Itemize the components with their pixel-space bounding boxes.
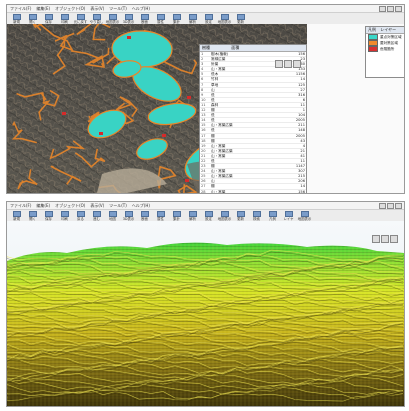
- toolbar-button[interactable]: 凡例: [265, 211, 280, 221]
- toolbar-button[interactable]: 地図表示: [217, 211, 232, 221]
- table-cell: 156: [275, 189, 306, 193]
- menu-item[interactable]: ヘルプ(H): [132, 203, 150, 209]
- attribute-table-header: 樹種 面積: [200, 45, 306, 52]
- toolbar-button[interactable]: 印刷: [57, 14, 72, 24]
- menu-item[interactable]: ツール(T): [109, 203, 127, 209]
- toolbar-button[interactable]: 新規: [9, 211, 24, 221]
- terrain-map-viewport[interactable]: 樹種 面積 1樹木(植栽)1562常緑広葉233針葉15604山・常葉1335低…: [7, 24, 307, 193]
- menu-bar: ファイル(F) 編集(E) オブジェクト(O) 表示(V) ツール(T) ヘルプ(H): [7, 202, 404, 210]
- toolbar-button[interactable]: 地図表示: [297, 211, 312, 221]
- hazard-spot: [187, 96, 191, 99]
- toolbar-button[interactable]: 保存: [41, 211, 56, 221]
- toolbar-button[interactable]: 地図表示: [217, 14, 232, 24]
- legend-title: 凡例: [368, 27, 376, 32]
- legend-label: 危険箇所: [380, 46, 395, 51]
- toolbar-button[interactable]: 設定: [201, 211, 216, 221]
- toolbar-button[interactable]: 検索: [249, 211, 264, 221]
- menu-item[interactable]: 表示(V): [90, 6, 104, 12]
- map-nav-controls: [275, 60, 301, 68]
- map-window: ファイル(F) 編集(E) オブジェクト(O) 表示(V) ツール(T) ヘルプ(H) 新…: [6, 4, 405, 194]
- legend-swatch: [368, 46, 378, 52]
- window-controls: [379, 203, 402, 209]
- maximize-button[interactable]: [387, 6, 394, 12]
- toolbar-button[interactable]: 進む: [89, 211, 104, 221]
- zoom-in-button[interactable]: [275, 60, 283, 68]
- toolbar-button[interactable]: 3D表示: [121, 14, 136, 24]
- toolbar-button[interactable]: 解析: [185, 211, 200, 221]
- toolbar-button[interactable]: 開く: [25, 14, 40, 24]
- legend-tab[interactable]: レイヤー: [380, 27, 396, 32]
- hazard-spot: [185, 179, 189, 182]
- rotate-button[interactable]: [390, 235, 398, 243]
- column-header-species: 樹種: [202, 45, 210, 50]
- 3d-nav-controls: [372, 235, 398, 243]
- toolbar-button[interactable]: 開く: [25, 211, 40, 221]
- zoom-in-button[interactable]: [372, 235, 380, 243]
- close-button[interactable]: [395, 203, 402, 209]
- toolbar-button[interactable]: 属性: [153, 14, 168, 24]
- toolbar-button[interactable]: 集計: [169, 14, 184, 24]
- toolbar-button[interactable]: 新規: [9, 14, 24, 24]
- menu-item[interactable]: 編集(E): [36, 6, 50, 12]
- column-header-area: 面積: [231, 45, 240, 50]
- toolbar-button[interactable]: 断面: [137, 211, 152, 221]
- toolbar-button[interactable]: 地図表示: [105, 14, 120, 24]
- hazard-spot: [162, 134, 166, 137]
- toolbar-button[interactable]: 元に戻す: [73, 14, 88, 24]
- 3d-view-window: ファイル(F) 編集(E) オブジェクト(O) 表示(V) ツール(T) ヘルプ(H) 新…: [6, 201, 405, 407]
- menu-item[interactable]: ファイル(F): [10, 6, 31, 12]
- minimize-button[interactable]: [379, 6, 386, 12]
- toolbar-button[interactable]: やり直し: [89, 14, 104, 24]
- table-cell: 28: [200, 189, 210, 193]
- zoom-out-button[interactable]: [284, 60, 292, 68]
- toolbar-button[interactable]: レイヤ: [281, 211, 296, 221]
- toolbar-button[interactable]: 3D表示: [121, 211, 136, 221]
- hazard-spot: [99, 132, 103, 135]
- maximize-button[interactable]: [387, 203, 394, 209]
- menu-item[interactable]: 編集(E): [36, 203, 50, 209]
- toolbar-button[interactable]: 設定: [201, 14, 216, 24]
- menu-item[interactable]: ツール(T): [109, 6, 127, 12]
- toolbar-button[interactable]: 解析: [185, 14, 200, 24]
- menu-item[interactable]: ファイル(F): [10, 203, 31, 209]
- toolbar-button[interactable]: 断面: [137, 14, 152, 24]
- toolbar-button[interactable]: 戻る: [73, 211, 88, 221]
- 3d-terrain-viewport[interactable]: [7, 221, 404, 406]
- table-cell: 山・常葉: [210, 189, 276, 193]
- legend-item[interactable]: 危険箇所: [366, 46, 404, 52]
- menu-item[interactable]: 表示(V): [90, 203, 104, 209]
- hazard-spot: [62, 112, 66, 115]
- toolbar-button[interactable]: 更新: [233, 211, 248, 221]
- toolbar-button[interactable]: 更新: [233, 14, 248, 24]
- menu-bar: ファイル(F) 編集(E) オブジェクト(O) 表示(V) ツール(T) ヘルプ(H): [7, 5, 404, 13]
- toolbar-button[interactable]: 保存: [41, 14, 56, 24]
- legend-label: 重点対策区域: [380, 34, 402, 39]
- zoom-out-button[interactable]: [381, 235, 389, 243]
- rotate-button[interactable]: [293, 60, 301, 68]
- minimize-button[interactable]: [379, 203, 386, 209]
- menu-item[interactable]: ヘルプ(H): [132, 6, 150, 12]
- toolbar-button[interactable]: 地図: [105, 211, 120, 221]
- menu-item[interactable]: オブジェクト(O): [55, 203, 85, 209]
- 3d-terrain-render: [7, 221, 404, 406]
- legend-header: 凡例 レイヤー: [366, 27, 404, 34]
- menu-item[interactable]: オブジェクト(O): [55, 6, 85, 12]
- table-row[interactable]: 28 山・常葉 156: [200, 189, 306, 193]
- toolbar-button[interactable]: 属性: [153, 211, 168, 221]
- hazard-spot: [127, 36, 131, 39]
- legend-list: 重点対策区域 要対策区域 危険箇所: [366, 34, 404, 52]
- legend-sidebar: 凡例 レイヤー 重点対策区域 要対策区域 危険箇所: [307, 24, 404, 193]
- window-controls: [379, 6, 402, 12]
- legend-panel: 凡例 レイヤー 重点対策区域 要対策区域 危険箇所: [365, 26, 404, 78]
- attribute-table: 1樹木(植栽)1562常緑広葉233針葉15604山・常葉1335低木11566…: [200, 52, 306, 193]
- legend-label: 要対策区域: [380, 40, 398, 45]
- close-button[interactable]: [395, 6, 402, 12]
- toolbar-button[interactable]: 印刷: [57, 211, 72, 221]
- toolbar-button[interactable]: 集計: [169, 211, 184, 221]
